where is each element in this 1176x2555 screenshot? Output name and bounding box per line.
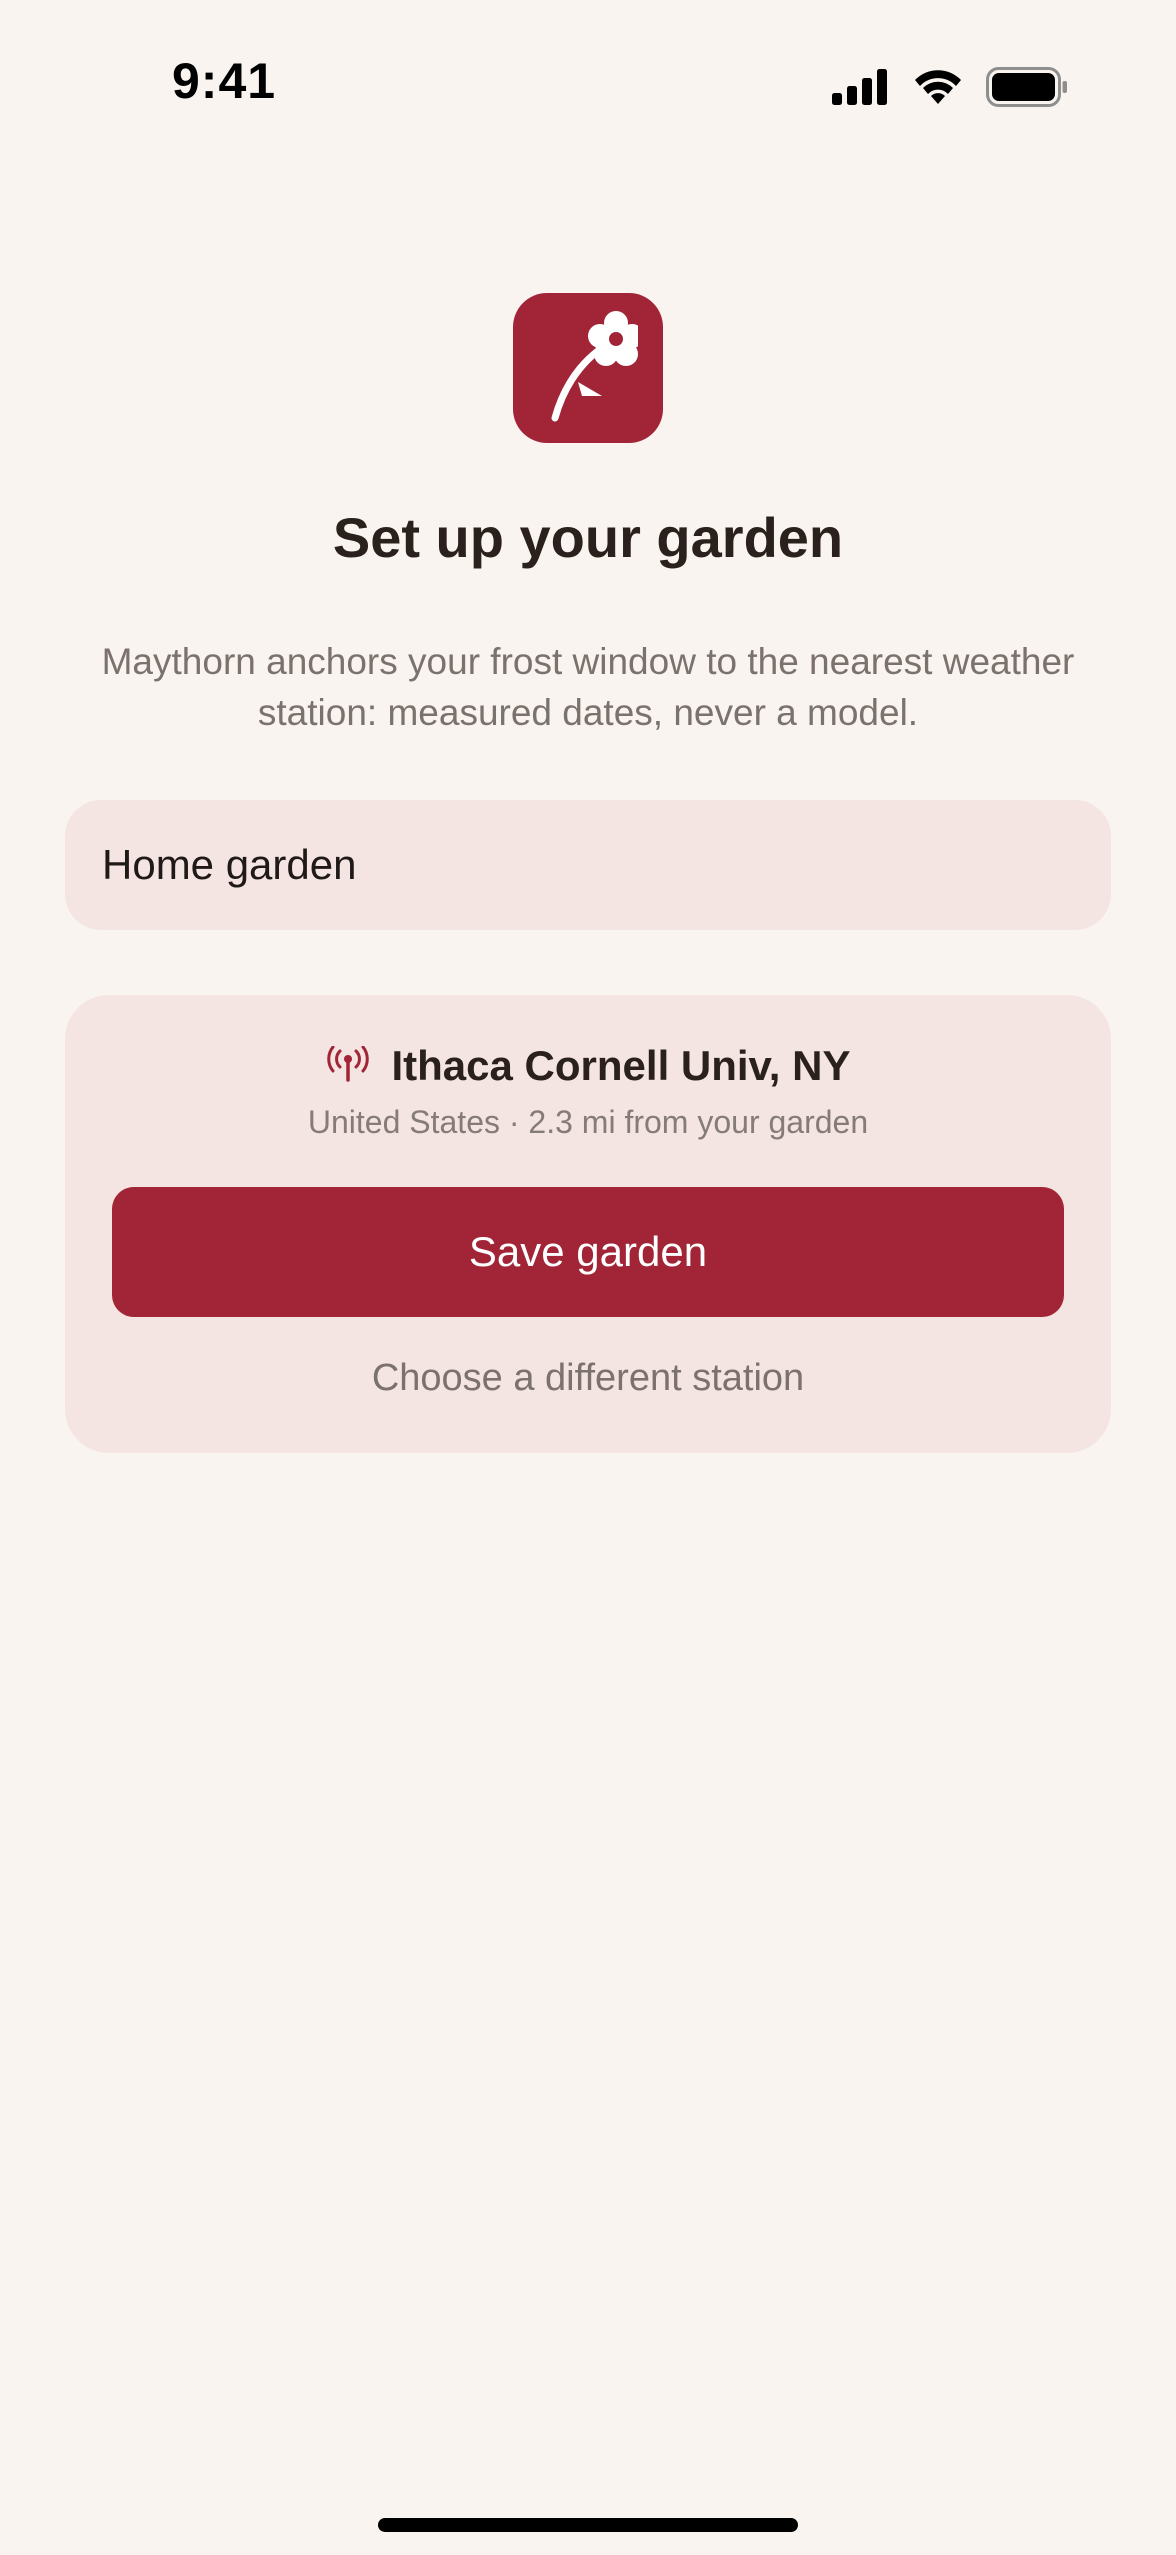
battery-icon xyxy=(986,67,1068,107)
garden-name-value: Home garden xyxy=(102,841,357,888)
choose-different-station-link[interactable]: Choose a different station xyxy=(65,1357,1111,1400)
cellular-signal-icon xyxy=(832,69,890,105)
status-time: 9:41 xyxy=(172,53,277,109)
home-indicator xyxy=(378,2518,798,2532)
station-meta: United States · 2.3 mi from your garden xyxy=(307,1104,869,1140)
station-name: Ithaca Cornell Univ, NY xyxy=(391,1042,851,1089)
save-garden-button[interactable]: Save garden xyxy=(112,1187,1064,1317)
antenna-icon xyxy=(326,1045,370,1087)
station-name-row: Ithaca Cornell Univ, NY xyxy=(65,1042,1111,1090)
station-card: Ithaca Cornell Univ, NY United States · … xyxy=(65,995,1111,1453)
app-icon xyxy=(513,293,663,443)
status-bar: 9:41 xyxy=(0,0,1176,150)
flower-icon xyxy=(538,308,644,429)
wifi-icon xyxy=(912,68,964,106)
garden-name-field[interactable]: Home garden xyxy=(65,800,1111,930)
status-icons xyxy=(832,62,1068,112)
page-subtitle: Maythorn anchors your frost window to th… xyxy=(101,641,1075,733)
page-title: Set up your garden xyxy=(332,506,844,569)
